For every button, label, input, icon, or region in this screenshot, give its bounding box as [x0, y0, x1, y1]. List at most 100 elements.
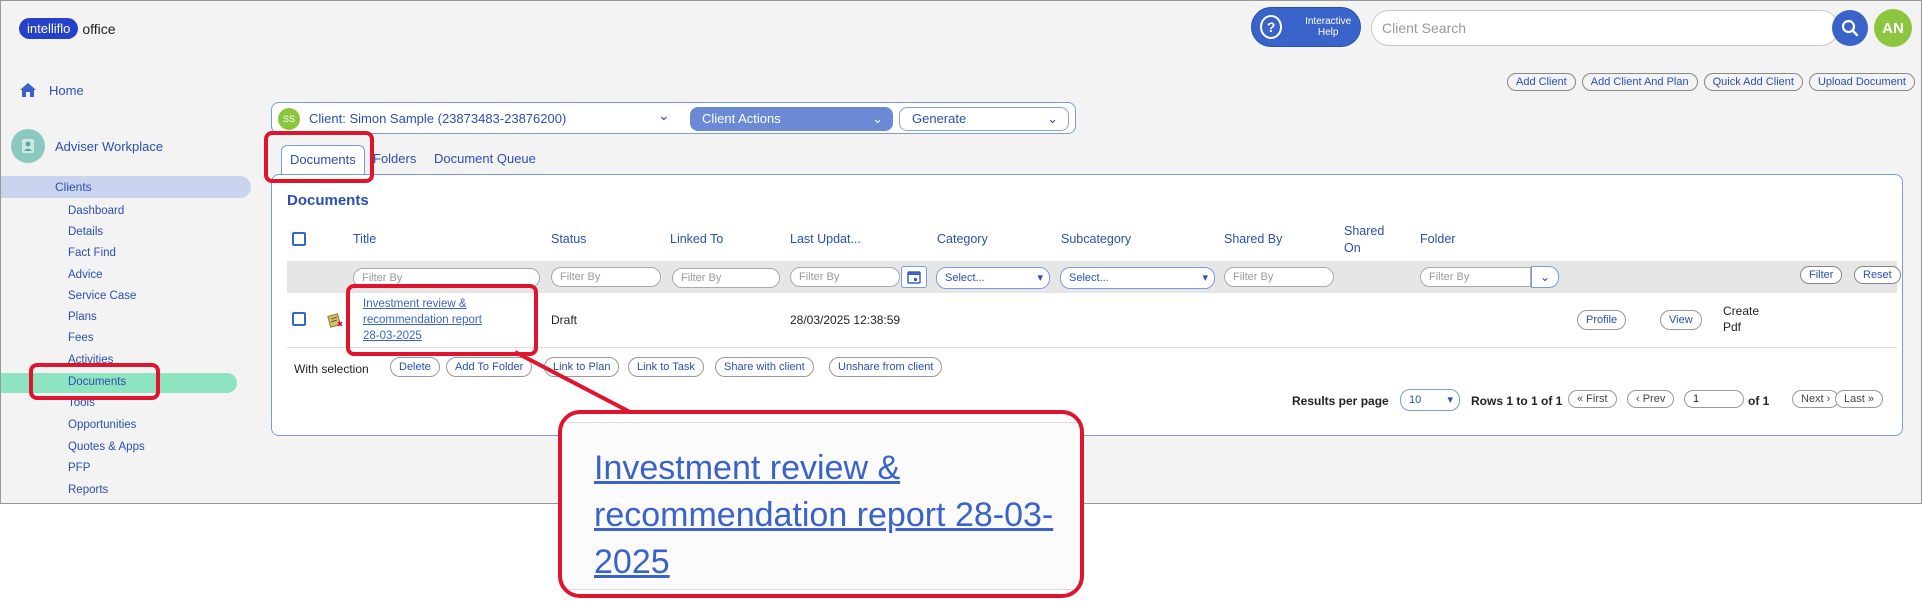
- client-search-input[interactable]: Client Search: [1371, 10, 1839, 46]
- link-to-plan-button[interactable]: Link to Plan: [544, 357, 620, 377]
- column-subcategory[interactable]: Subcategory: [1061, 232, 1131, 246]
- chevron-down-icon[interactable]: ⌄: [658, 107, 670, 124]
- column-linked-to[interactable]: Linked To: [670, 232, 723, 246]
- sidebar-item-fact-find[interactable]: Fact Find: [68, 247, 116, 259]
- sidebar-item-service-case[interactable]: Service Case: [68, 290, 136, 302]
- sidebar-item-home[interactable]: Home: [19, 82, 84, 98]
- sidebar-item-reports[interactable]: Reports: [68, 484, 108, 496]
- highlight-documents-tab: [264, 131, 374, 183]
- view-button[interactable]: View: [1660, 310, 1702, 330]
- first-page-button[interactable]: « First: [1568, 390, 1617, 408]
- results-per-page-label: Results per page: [1292, 394, 1389, 408]
- add-client-button[interactable]: Add Client: [1506, 73, 1576, 91]
- search-icon: [1841, 19, 1859, 37]
- prev-page-button[interactable]: ‹ Prev: [1627, 390, 1675, 408]
- zoom-callout: Investment review & recommendation repor…: [558, 410, 1084, 598]
- with-selection-label: With selection: [294, 362, 369, 376]
- sidebar-item-clients[interactable]: Clients: [1, 176, 251, 198]
- document-icon: [327, 312, 343, 333]
- client-bar: SS Client: Simon Sample (23873483-238762…: [271, 102, 1076, 134]
- row-checkbox[interactable]: [292, 312, 306, 326]
- search-button[interactable]: [1832, 10, 1868, 46]
- share-with-client-button[interactable]: Share with client: [715, 357, 814, 377]
- document-status: Draft: [551, 313, 578, 327]
- tab-document-queue[interactable]: Document Queue: [434, 151, 536, 166]
- sidebar-item-opportunities[interactable]: Opportunities: [68, 419, 136, 431]
- folder-dropdown-button[interactable]: ⌄: [1531, 266, 1559, 288]
- sidebar-item-advice[interactable]: Advice: [68, 269, 103, 281]
- reset-button[interactable]: Reset: [1854, 266, 1901, 284]
- interactive-help-button[interactable]: ? Interactive Help: [1251, 7, 1361, 47]
- home-icon: [20, 83, 36, 97]
- chevron-down-icon: ⌄: [1047, 111, 1058, 126]
- user-icon: [11, 129, 45, 163]
- column-last-updated[interactable]: Last Updat...: [790, 232, 861, 246]
- folder-filter-input[interactable]: Filter By: [1420, 267, 1531, 287]
- profile-button[interactable]: Profile: [1577, 310, 1627, 330]
- last-updated-filter-input[interactable]: Filter By: [790, 267, 900, 287]
- user-avatar[interactable]: AN: [1874, 9, 1912, 47]
- subcategory-select-value: Select...: [1069, 272, 1109, 284]
- last-page-button[interactable]: Last »: [1835, 390, 1883, 408]
- page-of-label: of 1: [1748, 394, 1770, 408]
- sidebar-item-dashboard[interactable]: Dashboard: [68, 205, 124, 217]
- linked-to-filter-input[interactable]: Filter By: [672, 268, 780, 288]
- question-icon: ?: [1260, 15, 1283, 39]
- column-shared-by[interactable]: Shared By: [1224, 232, 1282, 246]
- shared-by-filter-input[interactable]: Filter By: [1224, 267, 1334, 287]
- client-avatar: SS: [278, 108, 300, 130]
- column-status[interactable]: Status: [551, 232, 586, 246]
- quick-add-client-button[interactable]: Quick Add Client: [1703, 73, 1803, 91]
- sidebar-item-fees[interactable]: Fees: [68, 332, 94, 344]
- chevron-down-icon: ▾: [1037, 272, 1043, 284]
- next-page-button[interactable]: Next ›: [1792, 390, 1840, 408]
- category-select-value: Select...: [945, 272, 985, 284]
- generate-label: Generate: [912, 111, 967, 126]
- delete-button[interactable]: Delete: [390, 357, 440, 377]
- top-actions: Add Client Add Client And Plan Quick Add…: [1506, 73, 1915, 91]
- sidebar-item-pfp[interactable]: PFP: [68, 462, 90, 474]
- select-all-checkbox[interactable]: [292, 232, 306, 246]
- subcategory-select[interactable]: Select... ▾: [1060, 267, 1215, 289]
- link-to-task-button[interactable]: Link to Task: [628, 357, 704, 377]
- upload-document-button[interactable]: Upload Document: [1808, 73, 1915, 91]
- create-pdf-link[interactable]: Create Pdf: [1723, 303, 1773, 335]
- panel-title: Documents: [287, 192, 369, 209]
- document-last-updated: 28/03/2025 12:38:59: [790, 313, 901, 327]
- results-per-page-select[interactable]: 10 ▾: [1400, 389, 1460, 411]
- column-folder[interactable]: Folder: [1420, 232, 1455, 246]
- help-label: Interactive Help: [1305, 16, 1352, 38]
- highlight-documents-nav: [29, 363, 160, 400]
- unshare-from-client-button[interactable]: Unshare from client: [829, 357, 943, 377]
- logo[interactable]: intelliflo office: [19, 18, 116, 39]
- sidebar-item-plans[interactable]: Plans: [68, 311, 97, 323]
- calendar-icon: [907, 271, 921, 284]
- highlight-document-title: [346, 284, 538, 356]
- filter-button[interactable]: Filter: [1800, 266, 1843, 284]
- column-category[interactable]: Category: [937, 232, 988, 246]
- sidebar-item-details[interactable]: Details: [68, 226, 103, 238]
- page-number-input[interactable]: 1: [1684, 390, 1744, 408]
- sidebar-item-adviser-workplace[interactable]: Adviser Workplace: [11, 129, 163, 163]
- sidebar-item-label: Adviser Workplace: [55, 138, 164, 154]
- add-to-folder-button[interactable]: Add To Folder: [446, 357, 533, 377]
- search-placeholder: Client Search: [1382, 20, 1467, 36]
- sidebar-item-quotes-apps[interactable]: Quotes & Apps: [68, 441, 145, 453]
- date-picker-button[interactable]: [901, 266, 927, 288]
- client-name-selector[interactable]: Client: Simon Sample (23873483-23876200): [309, 111, 566, 126]
- tab-folders[interactable]: Folders: [373, 151, 416, 166]
- rows-count-label: Rows 1 to 1 of 1: [1471, 394, 1563, 408]
- column-shared-on[interactable]: Shared On: [1344, 223, 1394, 257]
- chevron-down-icon: ⌄: [1539, 270, 1551, 284]
- logo-pill: intelliflo: [19, 18, 79, 39]
- zoom-callout-text: Investment review & recommendation repor…: [594, 449, 1054, 581]
- chevron-down-icon: ⌄: [872, 111, 883, 126]
- chevron-down-icon: ▾: [1447, 394, 1453, 406]
- column-title[interactable]: Title: [353, 232, 376, 246]
- generate-dropdown[interactable]: Generate ⌄: [899, 107, 1069, 131]
- client-actions-dropdown[interactable]: Client Actions ⌄: [690, 107, 893, 131]
- status-filter-input[interactable]: Filter By: [551, 267, 661, 287]
- category-select[interactable]: Select... ▾: [936, 267, 1050, 289]
- sidebar-item-label: Home: [49, 82, 84, 98]
- add-client-and-plan-button[interactable]: Add Client And Plan: [1581, 73, 1698, 91]
